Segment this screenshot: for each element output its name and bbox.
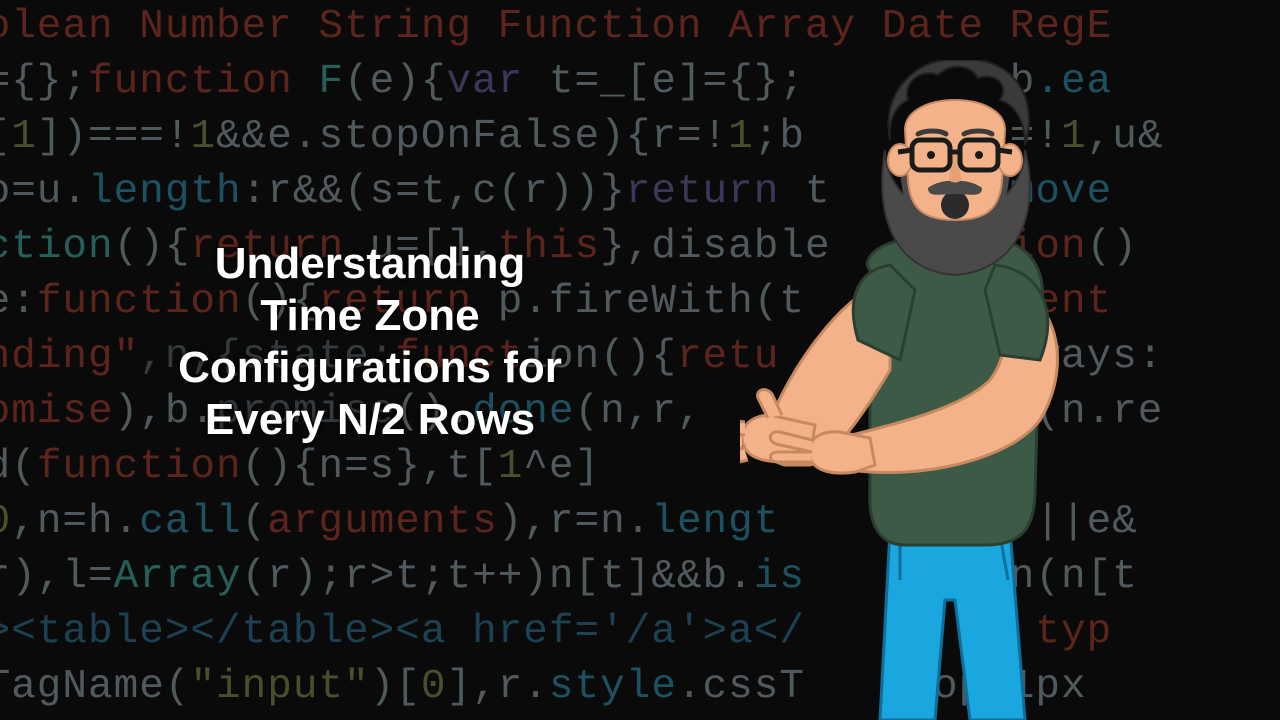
title-line: Understanding (215, 239, 525, 288)
code-token: ),r=n. (498, 499, 652, 545)
code-token: :r&&(s=t,c(r))} (242, 169, 626, 215)
code-token: (r),l= (0, 554, 114, 600)
code-token: ?o=u. (0, 169, 88, 215)
code-token: "input" (190, 664, 369, 710)
code-token: ( (242, 499, 268, 545)
title-line: Time Zone (260, 291, 479, 340)
code-token: &&e.stopOnFalse){r=! (216, 114, 728, 160)
code-token: ],r. (447, 664, 549, 710)
mouth (941, 191, 969, 219)
code-token: (r);r>t;t++)n[t]&&b. (242, 554, 754, 600)
code-token: length (88, 169, 242, 215)
code-token: F (318, 59, 344, 105)
title-line: Every N/2 Rows (205, 395, 535, 444)
code-token: re: (0, 279, 37, 325)
code-token: romise (0, 389, 114, 435)
stage: oolean Number String Function Array Date… (0, 0, 1280, 720)
code-token: 1 (498, 444, 524, 490)
presenter-svg (740, 60, 1160, 720)
code-line: oolean Number String Function Array Date… (0, 0, 1280, 55)
code-token: 0 (0, 499, 11, 545)
code-token: 1 (190, 114, 216, 160)
code-token: ])===! (37, 114, 191, 160)
code-token: yTagName( (0, 664, 190, 710)
code-token: _={}; (0, 59, 88, 105)
code-token: 1 (11, 114, 37, 160)
code-token: t[ (0, 114, 11, 160)
eye-right (975, 151, 983, 159)
code-token: arguments (267, 499, 497, 545)
code-token: ,n=h. (11, 499, 139, 545)
code-token: )[ (370, 664, 421, 710)
title-line: Configurations for (178, 343, 562, 392)
code-token: oolean Number String Function Array Date… (0, 4, 1112, 50)
code-token: (e){ (344, 59, 446, 105)
title-block: Understanding Time Zone Configurations f… (130, 238, 610, 446)
hand-left (770, 432, 875, 473)
code-token: function (88, 59, 318, 105)
code-token: ending" (0, 334, 139, 380)
code-token: nction (0, 224, 114, 270)
code-token: style (549, 664, 677, 710)
code-token: Array (114, 554, 242, 600)
code-token: var (447, 59, 524, 105)
code-token: (){n=s},t[ (242, 444, 498, 490)
code-token: dd( (0, 444, 37, 490)
code-token: 0 (421, 664, 447, 710)
eye-left (927, 151, 935, 159)
code-token: function (37, 444, 242, 490)
presenter-character (740, 60, 1160, 720)
code-token: call (139, 499, 241, 545)
